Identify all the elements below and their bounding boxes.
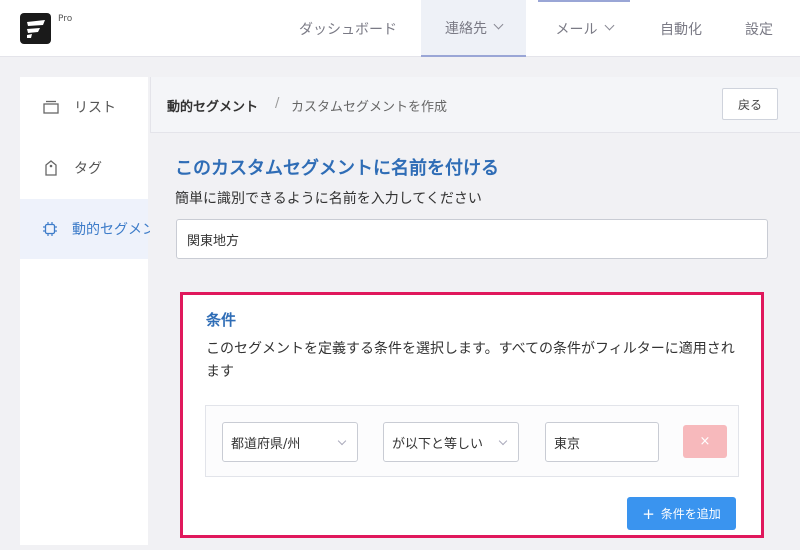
field-select[interactable]: 都道府県/州: [222, 422, 358, 462]
condition-value-input[interactable]: [545, 422, 659, 462]
nav-automation-label: 自動化: [660, 21, 702, 38]
close-icon: ×: [699, 434, 711, 449]
sidebar-item-label: タグ: [74, 161, 102, 177]
breadcrumb-separator: /: [275, 96, 280, 111]
segment-form: このカスタムセグメントに名前を付ける 簡単に識別できるように名前を入力してくださ…: [150, 134, 800, 550]
sidebar-item-label: リスト: [74, 100, 116, 116]
nav-dashboard[interactable]: ダッシュボード: [284, 0, 412, 57]
nav-email-label: メール: [555, 21, 598, 38]
sidebar-item-dynamic-segments[interactable]: 動的セグメント: [20, 199, 170, 259]
remove-condition-button[interactable]: ×: [683, 425, 727, 458]
conditions-title: 条件: [206, 311, 237, 329]
breadcrumb: 動的セグメント / カスタムセグメントを作成 戻る: [150, 77, 800, 133]
nav-automation[interactable]: 自動化: [646, 0, 716, 57]
top-navigation-bar: Pro ダッシュボード 連絡先 メール 自動化 設定: [0, 0, 800, 57]
segment-name-input[interactable]: [176, 219, 768, 259]
field-select-value: 都道府県/州: [231, 436, 301, 452]
chip-icon: [42, 220, 58, 238]
fluent-logo-icon[interactable]: [20, 13, 51, 44]
chevron-down-icon: [604, 20, 614, 31]
nav-email[interactable]: メール: [538, 0, 630, 57]
list-icon: [42, 98, 60, 116]
sidebar-item-tags[interactable]: タグ: [20, 138, 148, 198]
add-condition-button[interactable]: + 条件を追加: [627, 497, 736, 530]
tag-icon: [42, 159, 60, 177]
sidebar: リスト タグ 動的セグメント: [20, 77, 170, 545]
pro-badge: Pro: [58, 14, 73, 24]
chevron-down-icon: [498, 436, 508, 446]
back-button[interactable]: 戻る: [722, 88, 778, 120]
conditions-description: このセグメントを定義する条件を選択します。すべての条件がフィルターに適用されます: [206, 341, 735, 380]
conditions-card: 条件 このセグメントを定義する条件を選択します。すべての条件がフィルターに適用さ…: [180, 292, 764, 538]
plus-icon: +: [642, 504, 655, 523]
add-condition-label: 条件を追加: [660, 507, 721, 521]
sidebar-item-lists[interactable]: リスト: [20, 77, 148, 137]
condition-row: 都道府県/州 が以下と等しい ×: [205, 405, 739, 477]
main-panel: 動的セグメント / カスタムセグメントを作成 戻る このカスタムセグメントに名前…: [150, 77, 800, 550]
nav-settings[interactable]: 設定: [730, 0, 788, 57]
chevron-down-icon: [337, 436, 347, 446]
nav-contacts[interactable]: 連絡先: [421, 0, 526, 57]
operator-select-value: が以下と等しい: [392, 436, 484, 452]
name-help-text: 簡単に識別できるように名前を入力してください: [175, 191, 482, 207]
breadcrumb-section[interactable]: 動的セグメント: [167, 96, 258, 115]
nav-dashboard-label: ダッシュボード: [299, 21, 397, 38]
chevron-down-icon: [493, 19, 504, 30]
nav-settings-label: 設定: [745, 21, 773, 38]
nav-contacts-label: 連絡先: [445, 20, 487, 37]
breadcrumb-current-page: カスタムセグメントを作成: [291, 100, 448, 115]
operator-select[interactable]: が以下と等しい: [383, 422, 519, 462]
page-title: このカスタムセグメントに名前を付ける: [175, 158, 499, 179]
